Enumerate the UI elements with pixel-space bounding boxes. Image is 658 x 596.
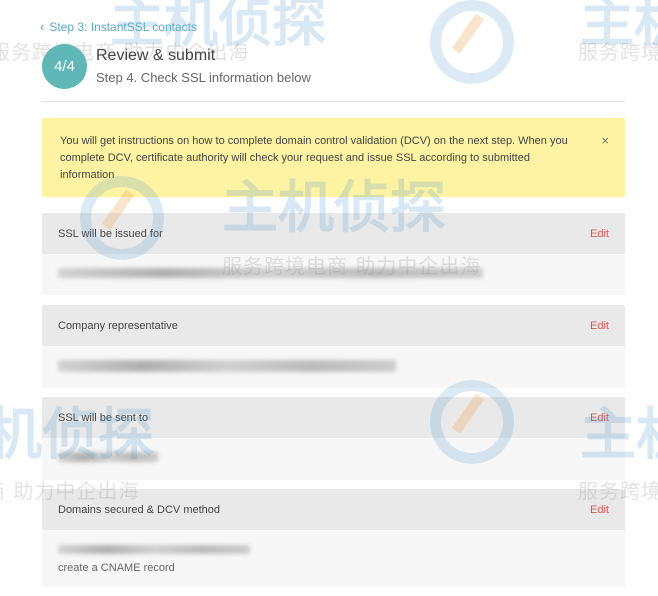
dcv-notice: You will get instructions on how to comp… xyxy=(42,118,625,197)
header-divider xyxy=(42,101,625,102)
chevron-left-icon: ‹ xyxy=(40,19,45,34)
section-header: Company representative Edit xyxy=(42,305,625,346)
redacted-content xyxy=(58,268,483,278)
redacted-content xyxy=(58,452,158,462)
section-issued-for: SSL will be issued for Edit xyxy=(42,213,625,295)
section-header: SSL will be issued for Edit xyxy=(42,213,625,254)
section-sent-to: SSL will be sent to Edit xyxy=(42,397,625,480)
watermark-logo-icon xyxy=(430,0,514,84)
edit-company-representative-link[interactable]: Edit xyxy=(590,320,609,332)
back-step-label: Step 3: InstantSSL contacts xyxy=(49,19,197,34)
section-header: Domains secured & DCV method Edit xyxy=(42,489,625,530)
section-title: SSL will be sent to xyxy=(58,411,149,424)
section-body: create a CNAME record xyxy=(42,530,625,587)
close-icon[interactable]: × xyxy=(601,132,609,149)
edit-sent-to-link[interactable]: Edit xyxy=(590,412,609,424)
section-domains-dcv: Domains secured & DCV method Edit create… xyxy=(42,489,625,587)
section-title: SSL will be issued for xyxy=(58,227,163,240)
step-badge: 4/4 xyxy=(42,44,87,89)
page-title: Review & submit xyxy=(96,47,216,64)
watermark-brand: 主机侦探 xyxy=(580,0,658,54)
section-body xyxy=(42,254,625,295)
notice-text: You will get instructions on how to comp… xyxy=(60,135,568,181)
section-title: Company representative xyxy=(58,319,178,332)
page-subtitle: Step 4. Check SSL information below xyxy=(96,70,311,85)
edit-domains-dcv-link[interactable]: Edit xyxy=(590,504,609,516)
watermark-tagline: 服务跨境电商 助力中企出海 xyxy=(578,40,658,64)
dcv-method-text: create a CNAME record xyxy=(58,562,175,574)
section-header: SSL will be sent to Edit xyxy=(42,397,625,438)
redacted-content xyxy=(58,545,250,554)
section-title: Domains secured & DCV method xyxy=(58,503,221,516)
section-company-representative: Company representative Edit xyxy=(42,305,625,388)
section-body xyxy=(42,346,625,388)
redacted-content xyxy=(58,360,396,372)
edit-issued-for-link[interactable]: Edit xyxy=(590,228,609,240)
section-body xyxy=(42,438,625,480)
back-step-link[interactable]: ‹ Step 3: InstantSSL contacts xyxy=(40,19,197,34)
